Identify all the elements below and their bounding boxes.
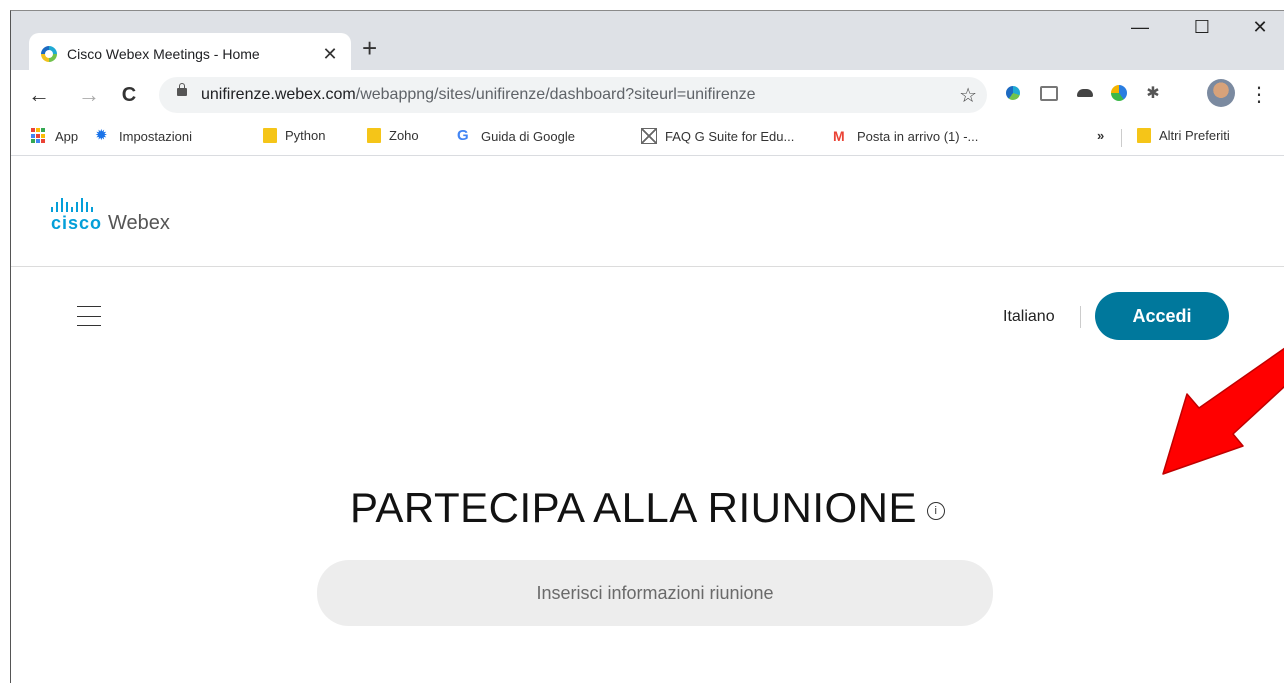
hamburger-menu-icon[interactable] bbox=[77, 306, 101, 326]
profile-avatar[interactable] bbox=[1207, 79, 1235, 107]
language-selector[interactable]: Italiano bbox=[1003, 308, 1055, 326]
cast-extension-icon[interactable] bbox=[1039, 83, 1059, 103]
webex-page: cisco Webex Italiano Accedi PARTECIPA ALL… bbox=[11, 156, 1284, 683]
page-heading: PARTECIPA ALLA RIUNIONE i bbox=[11, 484, 1284, 532]
header-divider bbox=[11, 266, 1284, 267]
reload-button[interactable]: C bbox=[115, 81, 143, 109]
bookmarks-bar: App ✹ Impostazioni Python Zoho G Guida d… bbox=[11, 121, 1284, 156]
browser-toolbar: ← → C unifirenze.webex.com/webappng/site… bbox=[11, 75, 1284, 117]
tab-strip: Cisco Webex Meetings - Home ✕ + — ☐ ✕ bbox=[11, 11, 1284, 75]
bookmark-faq-gsuite[interactable]: FAQ G Suite for Edu... bbox=[641, 128, 794, 144]
minimize-button[interactable]: — bbox=[1117, 17, 1163, 38]
back-button[interactable]: ← bbox=[25, 81, 53, 109]
bookmark-posta[interactable]: M Posta in arrivo (1) -... bbox=[833, 128, 978, 144]
bookmarks-overflow-button[interactable]: » bbox=[1097, 128, 1104, 143]
bookmark-impostazioni[interactable]: ✹ Impostazioni bbox=[95, 128, 192, 144]
webex-favicon-icon bbox=[41, 46, 57, 62]
tab-close-icon[interactable]: ✕ bbox=[321, 44, 339, 65]
bookmark-app[interactable]: App bbox=[31, 128, 78, 144]
red-arrow-annotation bbox=[1162, 347, 1284, 475]
speed-extension-icon[interactable] bbox=[1109, 83, 1129, 103]
language-divider bbox=[1080, 306, 1081, 328]
maximize-button[interactable]: ☐ bbox=[1179, 17, 1225, 38]
tab-title: Cisco Webex Meetings - Home bbox=[67, 46, 260, 62]
bookmark-python[interactable]: Python bbox=[263, 128, 325, 143]
new-tab-button[interactable]: + bbox=[362, 35, 377, 61]
info-icon[interactable]: i bbox=[927, 501, 946, 520]
browser-window: Cisco Webex Meetings - Home ✕ + — ☐ ✕ ← … bbox=[10, 10, 1284, 683]
folder-icon bbox=[1137, 128, 1151, 143]
lock-icon bbox=[177, 83, 187, 96]
forward-button[interactable]: → bbox=[75, 81, 103, 109]
gmail-icon: M bbox=[833, 128, 845, 144]
tab-webex-home[interactable]: Cisco Webex Meetings - Home ✕ bbox=[29, 33, 351, 75]
gear-icon: ✹ bbox=[95, 127, 108, 144]
url-text: unifirenze.webex.com/webappng/sites/unif… bbox=[201, 86, 756, 103]
cisco-bars-icon bbox=[51, 198, 170, 212]
signin-button[interactable]: Accedi bbox=[1095, 292, 1229, 340]
bookmark-star-icon[interactable]: ☆ bbox=[959, 83, 977, 108]
apps-grid-icon bbox=[31, 128, 47, 144]
cisco-webex-logo: cisco Webex bbox=[51, 198, 170, 235]
folder-icon bbox=[263, 128, 277, 143]
close-window-button[interactable]: ✕ bbox=[1237, 17, 1283, 38]
meeting-info-input[interactable] bbox=[317, 560, 993, 626]
spy-extension-icon[interactable] bbox=[1075, 83, 1095, 103]
bookmark-altri-preferiti[interactable]: Altri Preferiti bbox=[1137, 128, 1230, 143]
extensions-puzzle-icon[interactable]: ✱ bbox=[1143, 83, 1163, 103]
browser-menu-icon[interactable]: ⋮ bbox=[1245, 81, 1273, 109]
bookmark-zoho[interactable]: Zoho bbox=[367, 128, 419, 143]
webex-extension-icon[interactable] bbox=[1003, 83, 1023, 103]
image-placeholder-icon bbox=[641, 128, 657, 144]
google-icon: G bbox=[457, 127, 469, 144]
folder-icon bbox=[367, 128, 381, 143]
address-bar[interactable]: unifirenze.webex.com/webappng/sites/unif… bbox=[159, 77, 987, 113]
bookmark-guida-google[interactable]: G Guida di Google bbox=[457, 128, 575, 144]
bookmarks-divider bbox=[1121, 129, 1122, 147]
